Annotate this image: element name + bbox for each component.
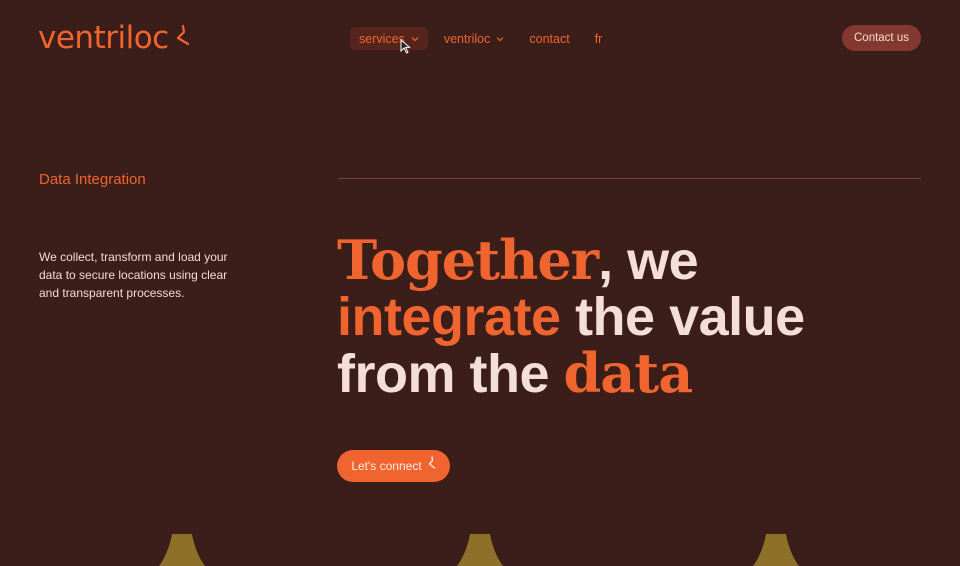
nav-label: fr	[594, 31, 603, 46]
cta-label: Let's connect	[351, 459, 422, 473]
logo-mark-icon	[428, 456, 435, 469]
headline-accent: data	[563, 341, 694, 405]
nav-item-ventriloc[interactable]: ventriloc	[435, 27, 514, 50]
site-header: ventriloc services ventriloc contact fr …	[0, 0, 960, 80]
logo-mark-icon	[176, 25, 190, 46]
headline-accent: Together	[337, 228, 599, 292]
headline-accent: integrate	[337, 287, 561, 347]
nav-item-services[interactable]: services	[350, 27, 428, 50]
logo[interactable]: ventriloc	[38, 18, 169, 58]
headline-text: from the	[337, 344, 564, 404]
chevron-down-icon	[411, 36, 419, 41]
nav-label: ventriloc	[443, 31, 491, 46]
chevron-down-icon	[496, 36, 504, 41]
headline-line-2: integrate the value	[337, 289, 937, 345]
decorative-shape	[753, 534, 799, 566]
divider	[338, 178, 921, 179]
main-nav: services ventriloc contact fr	[350, 27, 618, 50]
headline-text: , we	[598, 231, 699, 291]
nav-label: services	[359, 31, 405, 46]
cursor-pointer-icon	[400, 39, 411, 54]
nav-item-language[interactable]: fr	[586, 27, 612, 50]
headline-line-3: from the data	[337, 345, 937, 402]
nav-item-contact[interactable]: contact	[520, 27, 578, 50]
decorative-shape	[457, 534, 503, 566]
headline-text: the value	[560, 287, 805, 347]
section-title: Data Integration	[39, 171, 146, 188]
headline-line-1: Together, we	[337, 232, 937, 289]
service-description: We collect, transform and load your data…	[39, 250, 228, 300]
lets-connect-button[interactable]: Let's connect	[337, 450, 450, 482]
nav-label: contact	[529, 31, 570, 46]
contact-us-button[interactable]: Contact us	[842, 25, 921, 51]
hero-headline: Together, we integrate the value from th…	[337, 232, 937, 402]
decorative-shape	[159, 534, 205, 566]
